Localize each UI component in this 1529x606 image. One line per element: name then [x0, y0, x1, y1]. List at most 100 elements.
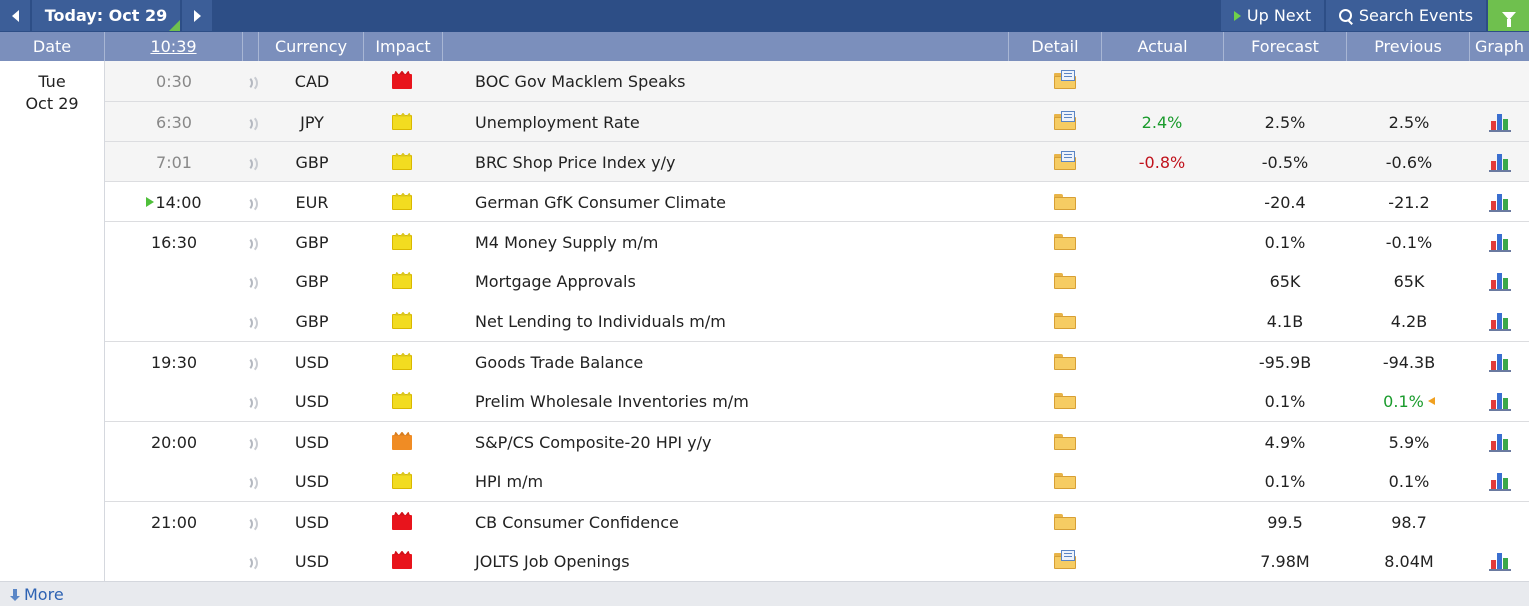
sound-cell[interactable]: [243, 222, 259, 262]
graph-cell[interactable]: [1471, 461, 1529, 501]
graph-cell[interactable]: [1471, 142, 1529, 182]
filter-button[interactable]: [1488, 0, 1529, 31]
event-row[interactable]: 7:01 GBP BRC Shop Price Index y/y -0.8% -0.5…: [105, 141, 1529, 181]
sound-cell[interactable]: [243, 541, 259, 581]
detail-cell[interactable]: [1035, 102, 1095, 142]
sound-cell[interactable]: [243, 461, 259, 501]
graph-cell[interactable]: [1471, 301, 1529, 341]
bar-chart-icon[interactable]: [1489, 551, 1511, 571]
today-button[interactable]: Today: Oct 29: [32, 0, 180, 31]
bar-chart-icon[interactable]: [1489, 192, 1511, 212]
folder-icon[interactable]: [1054, 354, 1076, 370]
graph-cell[interactable]: [1471, 222, 1529, 262]
folder-icon[interactable]: [1054, 313, 1076, 329]
next-day-button[interactable]: [182, 0, 212, 31]
detail-cell[interactable]: [1035, 381, 1095, 421]
detail-cell[interactable]: [1035, 222, 1095, 262]
folder-doc-icon[interactable]: [1054, 550, 1076, 569]
folder-icon[interactable]: [1054, 273, 1076, 289]
sound-alert-icon[interactable]: [245, 515, 258, 533]
event-title[interactable]: Prelim Wholesale Inventories m/m: [475, 381, 1035, 421]
sound-alert-icon[interactable]: [245, 274, 258, 292]
col-header-time[interactable]: 10:39: [105, 32, 243, 61]
folder-doc-icon[interactable]: [1054, 151, 1076, 170]
folder-doc-icon[interactable]: [1054, 70, 1076, 89]
bar-chart-icon[interactable]: [1489, 112, 1511, 132]
bar-chart-icon[interactable]: [1489, 432, 1511, 452]
graph-cell[interactable]: [1471, 541, 1529, 581]
event-row[interactable]: GBP Net Lending to Individuals m/m 4.1B 4.2…: [105, 301, 1529, 341]
sound-alert-icon[interactable]: [245, 74, 258, 92]
sound-alert-icon[interactable]: [245, 394, 258, 412]
event-row[interactable]: USD JOLTS Job Openings 7.98M 8.04M: [105, 541, 1529, 581]
search-events-button[interactable]: Search Events: [1326, 0, 1486, 31]
detail-cell[interactable]: [1035, 142, 1095, 182]
sound-alert-icon[interactable]: [245, 195, 258, 213]
event-title[interactable]: Mortgage Approvals: [475, 261, 1035, 301]
sound-cell[interactable]: [243, 381, 259, 421]
sound-alert-icon[interactable]: [245, 474, 258, 492]
event-row[interactable]: 21:00 USD CB Consumer Confidence 99.5 98.7: [105, 501, 1529, 541]
sound-cell[interactable]: [243, 342, 259, 382]
event-title[interactable]: S&P/CS Composite-20 HPI y/y: [475, 422, 1035, 462]
graph-cell[interactable]: [1471, 182, 1529, 222]
detail-cell[interactable]: [1035, 541, 1095, 581]
detail-cell[interactable]: [1035, 502, 1095, 542]
graph-cell[interactable]: [1471, 102, 1529, 142]
detail-cell[interactable]: [1035, 261, 1095, 301]
bar-chart-icon[interactable]: [1489, 352, 1511, 372]
folder-icon[interactable]: [1054, 514, 1076, 530]
event-row[interactable]: 6:30 JPY Unemployment Rate 2.4% 2.5% 2.5%: [105, 101, 1529, 141]
sound-alert-icon[interactable]: [245, 435, 258, 453]
event-title[interactable]: CB Consumer Confidence: [475, 502, 1035, 542]
previous-day-button[interactable]: [0, 0, 30, 31]
event-row[interactable]: 0:30 CAD BOC Gov Macklem Speaks: [105, 61, 1529, 101]
folder-icon[interactable]: [1054, 194, 1076, 210]
up-next-button[interactable]: Up Next: [1221, 0, 1324, 31]
graph-cell[interactable]: [1471, 422, 1529, 462]
event-row[interactable]: USD HPI m/m 0.1% 0.1%: [105, 461, 1529, 501]
sound-alert-icon[interactable]: [245, 155, 258, 173]
event-row[interactable]: 20:00 USD S&P/CS Composite-20 HPI y/y 4.9% 5…: [105, 421, 1529, 461]
event-title[interactable]: HPI m/m: [475, 461, 1035, 501]
folder-icon[interactable]: [1054, 434, 1076, 450]
sound-cell[interactable]: [243, 142, 259, 182]
event-row[interactable]: GBP Mortgage Approvals 65K 65K: [105, 261, 1529, 301]
sound-cell[interactable]: [243, 61, 259, 101]
bar-chart-icon[interactable]: [1489, 271, 1511, 291]
detail-cell[interactable]: [1035, 182, 1095, 222]
sound-cell[interactable]: [243, 102, 259, 142]
sound-cell[interactable]: [243, 301, 259, 341]
bar-chart-icon[interactable]: [1489, 232, 1511, 252]
folder-icon[interactable]: [1054, 393, 1076, 409]
sound-cell[interactable]: [243, 502, 259, 542]
detail-cell[interactable]: [1035, 301, 1095, 341]
detail-cell[interactable]: [1035, 422, 1095, 462]
bar-chart-icon[interactable]: [1489, 152, 1511, 172]
sound-cell[interactable]: [243, 422, 259, 462]
sound-alert-icon[interactable]: [245, 235, 258, 253]
sound-alert-icon[interactable]: [245, 115, 258, 133]
folder-icon[interactable]: [1054, 473, 1076, 489]
sound-cell[interactable]: [243, 261, 259, 301]
detail-cell[interactable]: [1035, 61, 1095, 101]
event-title[interactable]: Unemployment Rate: [475, 102, 1035, 142]
sound-cell[interactable]: [243, 182, 259, 222]
graph-cell[interactable]: [1471, 381, 1529, 421]
folder-icon[interactable]: [1054, 234, 1076, 250]
more-link[interactable]: More: [10, 585, 64, 604]
event-title[interactable]: JOLTS Job Openings: [475, 541, 1035, 581]
detail-cell[interactable]: [1035, 461, 1095, 501]
bar-chart-icon[interactable]: [1489, 311, 1511, 331]
sound-alert-icon[interactable]: [245, 355, 258, 373]
event-title[interactable]: Goods Trade Balance: [475, 342, 1035, 382]
detail-cell[interactable]: [1035, 342, 1095, 382]
event-title[interactable]: BRC Shop Price Index y/y: [475, 142, 1035, 182]
revision-flag-icon[interactable]: [1427, 397, 1435, 405]
sound-alert-icon[interactable]: [245, 554, 258, 572]
graph-cell[interactable]: [1471, 342, 1529, 382]
bar-chart-icon[interactable]: [1489, 471, 1511, 491]
event-row[interactable]: USD Prelim Wholesale Inventories m/m 0.1% 0…: [105, 381, 1529, 421]
event-row[interactable]: 19:30 USD Goods Trade Balance -95.9B -94.3B: [105, 341, 1529, 381]
event-title[interactable]: Net Lending to Individuals m/m: [475, 301, 1035, 341]
